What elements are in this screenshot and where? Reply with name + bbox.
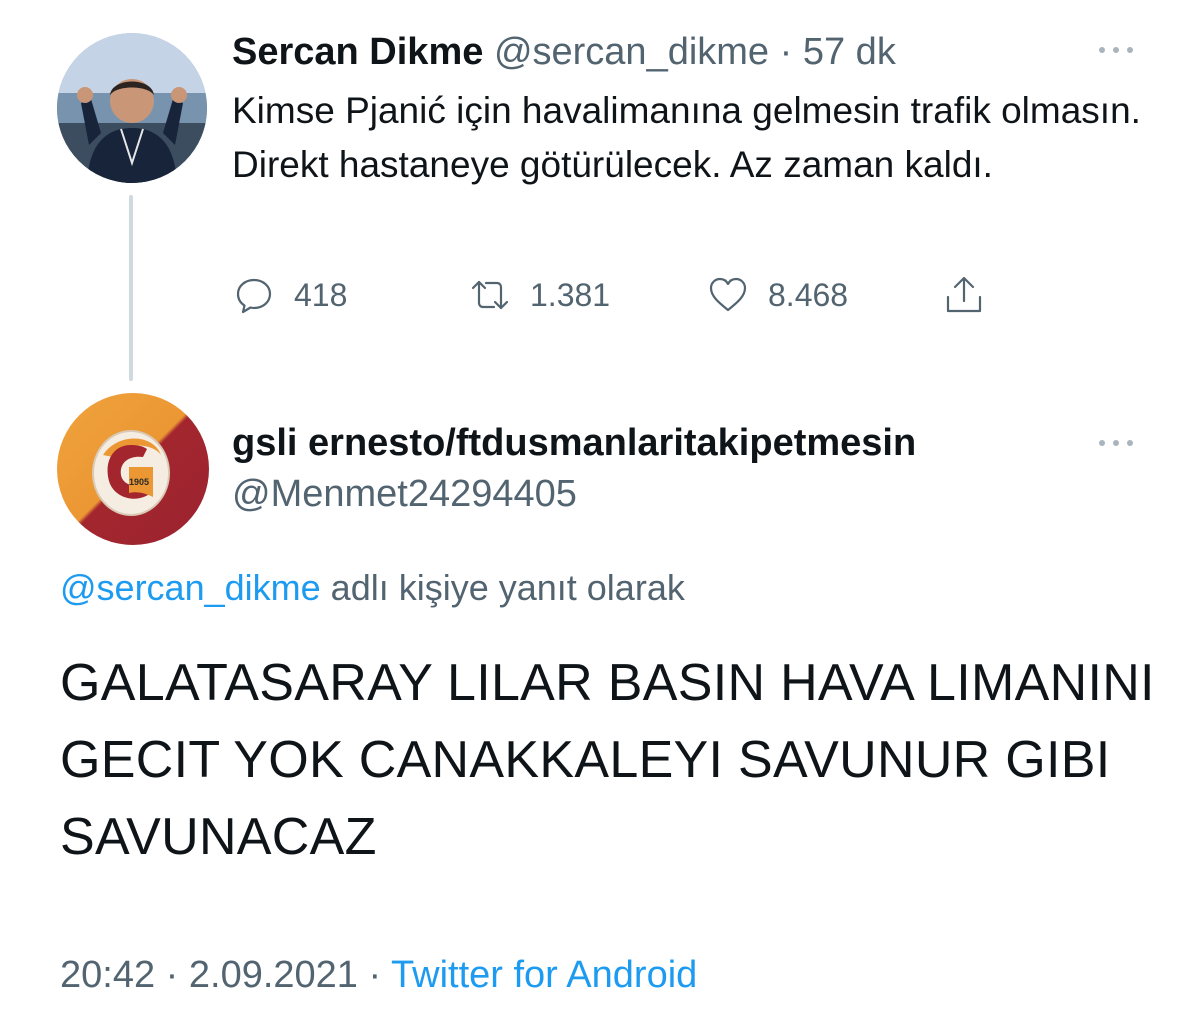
replying-to-line: @sercan_dikme adlı kişiye yanıt olarak [60,563,685,613]
crest-year: 1905 [129,477,149,487]
author-name[interactable]: Sercan Dikme [232,31,483,73]
thread-connector-line [129,195,133,381]
retweet-count: 1.381 [530,276,611,313]
more-options-button[interactable] [1099,40,1139,60]
like-button[interactable]: 8.468 [706,272,848,318]
reply-count: 418 [294,276,348,313]
tweet-header: Sercan Dikme @sercan_dikme · 57 dk [232,27,896,77]
tweet-time-ago[interactable]: 57 dk [803,31,896,73]
more-icon [1099,440,1105,446]
like-count: 8.468 [768,276,849,313]
more-icon-dot [1127,440,1133,446]
replying-to-label: adlı kişiye yanıt olarak [330,567,685,608]
more-icon-dot [1127,47,1133,53]
reply-more-options-button[interactable] [1099,433,1139,453]
retweet-icon [471,280,509,310]
tweet-footer: 20:42 · 2.09.2021 · Twitter for Android [60,950,697,1000]
tweet-time[interactable]: 20:42 [60,954,155,996]
reply-author-avatar[interactable]: 1905 [57,393,209,545]
reply-author-handle[interactable]: @Menmet24294405 [232,469,577,519]
author-handle[interactable]: @sercan_dikme [494,31,769,73]
reply-author-name[interactable]: gsli ernesto/ftdusmanlaritakipetmesin [232,418,916,468]
reply-button[interactable]: 418 [232,272,347,318]
share-icon [946,276,982,313]
more-icon [1099,47,1105,53]
reply-tweet-text: GALATASARAY LILAR BASIN HAVA LIMANINI GE… [60,654,1155,866]
more-icon-dot [1113,47,1119,53]
share-button[interactable] [942,272,1004,318]
avatar-photo [57,33,207,183]
heart-icon [709,277,747,312]
tweet-date[interactable]: 2.09.2021 [189,954,358,996]
tweet-source-link[interactable]: Twitter for Android [391,954,697,996]
footer-separator: · [368,954,382,996]
more-icon-dot [1113,440,1119,446]
retweet-button[interactable]: 1.381 [468,272,610,318]
tweet-text: Kimse Pjanić için havalimanına gelmesin … [232,90,1141,185]
footer-separator: · [165,954,179,996]
galatasaray-crest-logo: 1905 [92,430,170,516]
author-avatar[interactable] [57,33,207,183]
header-separator: · [779,31,793,73]
replying-to-mention[interactable]: @sercan_dikme [60,567,321,608]
reply-icon [236,278,272,314]
